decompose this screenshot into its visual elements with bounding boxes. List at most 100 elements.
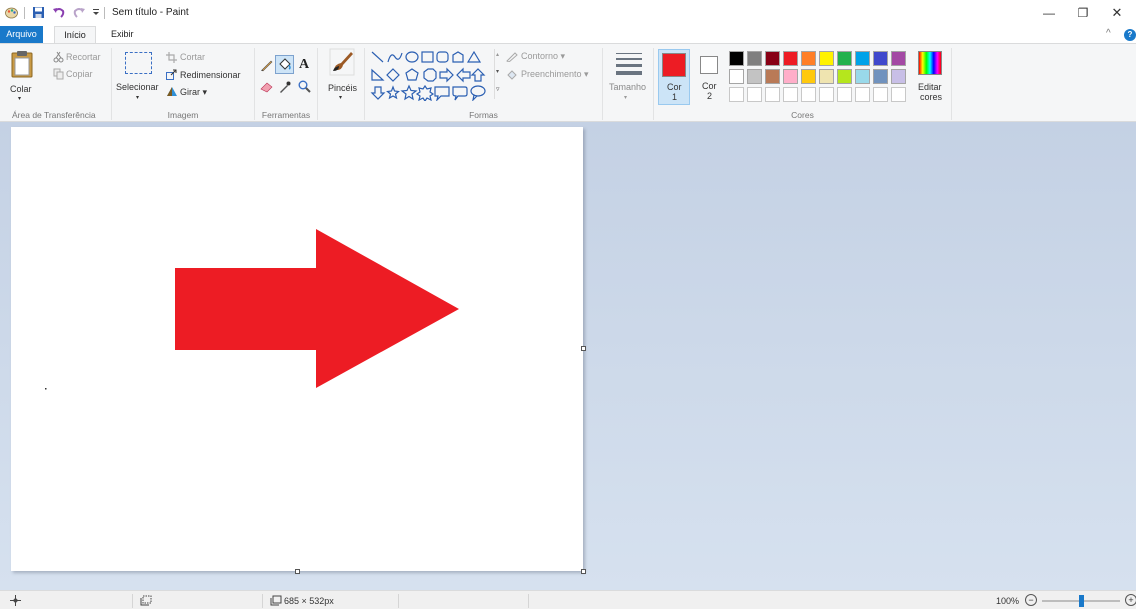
edit-colors-button[interactable]: Editar cores: [914, 49, 948, 105]
palette-swatch-empty[interactable]: [837, 87, 852, 102]
redo-icon[interactable]: [72, 6, 86, 21]
separator: [951, 48, 952, 120]
zoom-slider[interactable]: [1042, 595, 1120, 607]
fill-icon[interactable]: [506, 69, 518, 82]
palette-swatch[interactable]: [891, 51, 906, 66]
palette-swatch-empty[interactable]: [729, 87, 744, 102]
canvas-workspace[interactable]: [0, 122, 1136, 590]
palette-swatch[interactable]: [855, 51, 870, 66]
zoom-slider-thumb[interactable]: [1079, 595, 1084, 607]
outline-button[interactable]: Contorno ▾: [521, 51, 565, 62]
clipboard-group-label: Área de Transferência: [12, 110, 96, 120]
outline-icon[interactable]: [506, 51, 518, 64]
palette-swatch[interactable]: [783, 69, 798, 84]
palette-swatch[interactable]: [837, 51, 852, 66]
separator: [24, 7, 25, 19]
palette-swatch[interactable]: [891, 69, 906, 84]
palette-swatch[interactable]: [747, 51, 762, 66]
paint-app-icon[interactable]: [5, 6, 18, 19]
close-button[interactable]: ✕: [1100, 0, 1134, 26]
palette-swatch[interactable]: [801, 69, 816, 84]
palette-swatch[interactable]: [855, 69, 870, 84]
line-width-icon: [616, 53, 642, 75]
palette-swatch[interactable]: [873, 51, 888, 66]
color1-label: Cor: [667, 82, 682, 92]
tab-exibir[interactable]: Exibir: [104, 26, 141, 43]
copy-button[interactable]: Copiar: [66, 69, 93, 79]
text-tool-icon[interactable]: A: [299, 57, 309, 73]
brushes-button[interactable]: Pincéis ▾: [323, 48, 361, 106]
separator: [528, 594, 529, 608]
palette-swatch[interactable]: [729, 51, 744, 66]
size-button[interactable]: Tamanho ▾: [607, 49, 649, 105]
palette-swatch-empty[interactable]: [765, 87, 780, 102]
rotate-button[interactable]: Girar ▾: [180, 87, 207, 98]
palette-swatch-empty[interactable]: [891, 87, 906, 102]
shapes-scrollbar[interactable]: ▴ ▾ ▿: [494, 49, 503, 99]
palette-swatch[interactable]: [765, 69, 780, 84]
eraser-icon[interactable]: [260, 81, 274, 95]
cursor-position-icon: [10, 595, 21, 608]
resize-handle-right[interactable]: [581, 346, 586, 351]
palette-swatch[interactable]: [729, 69, 744, 84]
palette-swatch[interactable]: [801, 51, 816, 66]
palette-swatch[interactable]: [819, 69, 834, 84]
palette-swatch[interactable]: [783, 51, 798, 66]
minimize-button[interactable]: —: [1032, 0, 1066, 26]
resize-button[interactable]: Redimensionar: [180, 70, 241, 80]
undo-icon[interactable]: [52, 6, 66, 21]
magnifier-icon[interactable]: [298, 80, 311, 95]
palette-swatch[interactable]: [747, 69, 762, 84]
cut-button[interactable]: Recortar: [66, 52, 101, 62]
resize-icon[interactable]: [166, 69, 177, 82]
color2-number: 2: [707, 91, 713, 101]
copy-icon[interactable]: [53, 68, 64, 82]
resize-handle-bottom[interactable]: [295, 569, 300, 574]
size-label: Tamanho: [609, 82, 647, 92]
color1-swatch: [662, 53, 686, 77]
rotate-icon[interactable]: [166, 86, 178, 99]
crop-icon[interactable]: [166, 52, 177, 65]
palette-swatch[interactable]: [873, 69, 888, 84]
zoom-in-button[interactable]: +: [1125, 594, 1136, 606]
drawing-canvas[interactable]: [11, 127, 583, 571]
palette-swatch-empty[interactable]: [801, 87, 816, 102]
cut-icon[interactable]: [53, 51, 64, 65]
palette-swatch-empty[interactable]: [819, 87, 834, 102]
color-spectrum-icon: [918, 51, 942, 75]
palette-swatch[interactable]: [765, 51, 780, 66]
fill-bucket-icon[interactable]: [275, 55, 294, 74]
color1-button[interactable]: Cor 1: [658, 49, 690, 105]
palette-swatch-empty[interactable]: [873, 87, 888, 102]
save-icon[interactable]: [32, 6, 45, 21]
size-group: Tamanho ▾: [603, 44, 653, 122]
colors-group-label: Cores: [791, 110, 814, 120]
selection-rectangle-icon: [125, 52, 152, 74]
tools-group-label: Ferramentas: [261, 110, 311, 120]
status-bar: 685 × 532px 100% − +: [0, 590, 1136, 609]
shapes-gallery[interactable]: [369, 49, 493, 103]
collapse-ribbon-icon[interactable]: ^: [1106, 28, 1111, 39]
palette-swatch-empty[interactable]: [747, 87, 762, 102]
palette-swatch[interactable]: [837, 69, 852, 84]
tab-arquivo[interactable]: Arquivo: [0, 26, 43, 43]
select-button[interactable]: Selecionar ▾: [116, 50, 162, 108]
paste-button[interactable]: Colar ▾: [10, 50, 34, 108]
pencil-icon[interactable]: [260, 58, 274, 74]
fill-button[interactable]: Preenchimento ▾: [521, 69, 589, 80]
color-picker-icon[interactable]: [279, 81, 291, 95]
crop-button[interactable]: Cortar: [180, 52, 205, 62]
zoom-out-button[interactable]: −: [1025, 594, 1037, 606]
help-icon[interactable]: ?: [1124, 29, 1136, 41]
select-label: Selecionar: [116, 82, 159, 92]
color2-button[interactable]: Cor 2: [694, 49, 726, 105]
palette-swatch-empty[interactable]: [855, 87, 870, 102]
paste-label: Colar: [10, 84, 32, 94]
customize-quick-access-icon[interactable]: [92, 8, 100, 18]
restore-button[interactable]: ❐: [1066, 0, 1100, 26]
resize-handle-corner[interactable]: [581, 569, 586, 574]
tab-inicio[interactable]: Início: [54, 26, 96, 43]
palette-swatch-empty[interactable]: [783, 87, 798, 102]
separator: [104, 7, 105, 19]
palette-swatch[interactable]: [819, 51, 834, 66]
